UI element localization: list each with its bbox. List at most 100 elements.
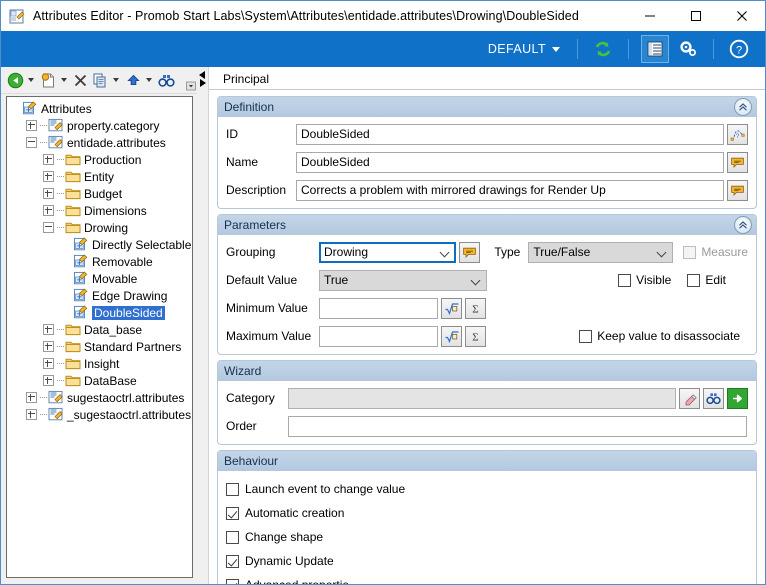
tree-item-removable[interactable]: Removable — [9, 253, 192, 270]
expand-icon[interactable] — [43, 375, 54, 386]
collapse-left-icon[interactable] — [198, 71, 207, 79]
checkbox-box[interactable] — [226, 578, 239, 584]
edit-checkbox[interactable]: Edit — [687, 273, 726, 287]
list-view-icon[interactable] — [641, 35, 669, 63]
new-button[interactable] — [38, 69, 59, 91]
pane-splitter[interactable] — [197, 67, 208, 584]
refresh-icon[interactable] — [590, 36, 616, 62]
behaviour-checkbox-advanced-propertie[interactable]: Advanced propertie — [226, 573, 748, 584]
minimize-button[interactable] — [627, 1, 673, 31]
eraser-icon[interactable] — [679, 387, 700, 409]
tree-item-data-base[interactable]: Data_base — [9, 321, 192, 338]
category-input[interactable] — [288, 387, 676, 409]
tree-item-budget[interactable]: Budget — [9, 185, 192, 202]
description-input[interactable] — [296, 179, 724, 201]
tree-item-entidade-attributes[interactable]: entidade.attributes — [9, 134, 192, 151]
expand-icon[interactable] — [26, 409, 37, 420]
tree-item-database[interactable]: DataBase — [9, 372, 192, 389]
chevron-down-icon-2[interactable] — [61, 78, 67, 82]
blue-up-arrow-icon[interactable] — [123, 69, 144, 91]
expand-icon[interactable] — [43, 205, 54, 216]
folder-icon — [65, 169, 81, 184]
chevron-down-icon[interactable] — [28, 78, 34, 82]
translate-balloon-icon-3[interactable] — [459, 241, 481, 263]
tree-item-edge-drawing[interactable]: Edge Drawing — [9, 287, 192, 304]
tree-item-production[interactable]: Production — [9, 151, 192, 168]
collapse-definition-button[interactable] — [734, 98, 752, 116]
expand-right-icon[interactable] — [198, 79, 207, 87]
toolbar-overflow-button[interactable] — [185, 69, 197, 91]
checkbox-box[interactable] — [226, 506, 239, 520]
tree-item-label: Edge Drawing — [92, 288, 168, 303]
maximize-button[interactable] — [673, 1, 719, 31]
green-arrow-right-icon[interactable] — [727, 387, 748, 409]
behaviour-checkbox-automatic-creation[interactable]: Automatic creation — [226, 501, 748, 525]
tree-item-entity[interactable]: Entity — [9, 168, 192, 185]
back-button[interactable] — [5, 69, 26, 91]
edit-box[interactable] — [687, 273, 701, 287]
attributes-tree[interactable]: Attributes property.category entidade.attr… — [6, 96, 193, 578]
expand-icon[interactable] — [43, 324, 54, 335]
default-value-combo[interactable]: True — [319, 269, 487, 291]
collapse-parameters-button[interactable] — [734, 216, 752, 234]
tree-item-sugestaoctrl-attributes[interactable]: _sugestaoctrl.attributes — [9, 406, 192, 423]
name-input[interactable] — [296, 151, 724, 173]
tree-item-property-category[interactable]: property.category — [9, 117, 192, 134]
expand-icon[interactable] — [43, 154, 54, 165]
tab-principal[interactable]: Principal — [217, 70, 275, 89]
expand-icon[interactable] — [43, 171, 54, 182]
type-combo[interactable]: True/False — [528, 241, 674, 263]
chevron-down-icon-4[interactable] — [146, 78, 152, 82]
close-button[interactable] — [719, 1, 765, 31]
copy-icon[interactable] — [90, 69, 111, 91]
profile-dropdown[interactable]: DEFAULT — [480, 42, 568, 56]
binoculars-icon[interactable] — [156, 69, 177, 91]
behaviour-checkbox-dynamic-update[interactable]: Dynamic Update — [226, 549, 748, 573]
translate-balloon-icon[interactable] — [727, 151, 748, 173]
collapse-icon[interactable] — [26, 137, 37, 148]
order-input[interactable] — [288, 415, 747, 437]
chevron-down-icon-3[interactable] — [113, 78, 119, 82]
checkbox-box[interactable] — [226, 530, 239, 544]
expand-icon[interactable] — [43, 341, 54, 352]
behaviour-checkbox-change-shape[interactable]: Change shape — [226, 525, 748, 549]
chevron-down-icon — [552, 46, 560, 52]
folder-icon — [65, 203, 81, 218]
tree-item-attributes[interactable]: Attributes — [9, 100, 192, 117]
translate-balloon-icon-2[interactable] — [727, 179, 748, 201]
tree-item-drowing[interactable]: Drowing — [9, 219, 192, 236]
binoculars-icon-2[interactable] — [703, 387, 724, 409]
keep-value-checkbox[interactable]: Keep value to disassociate — [579, 329, 740, 343]
tree-item-movable[interactable]: Movable — [9, 270, 192, 287]
square-root-icon[interactable] — [441, 297, 462, 319]
expand-icon[interactable] — [26, 392, 37, 403]
expand-icon[interactable] — [43, 188, 54, 199]
expand-icon[interactable] — [26, 120, 37, 131]
tree-item-directly-selectable[interactable]: Directly Selectable — [9, 236, 192, 253]
tree-item-standard-partners[interactable]: Standard Partners — [9, 338, 192, 355]
checkbox-box[interactable] — [226, 554, 239, 568]
tree-item-doublesided[interactable]: DoubleSided — [9, 304, 192, 321]
tree-item-dimensions[interactable]: Dimensions — [9, 202, 192, 219]
tree-item-sugestaoctrl-attributes[interactable]: sugestaoctrl.attributes — [9, 389, 192, 406]
sigma-sum-icon[interactable]: Σ — [465, 297, 486, 319]
visible-checkbox[interactable]: Visible — [618, 273, 671, 287]
delete-x-icon[interactable] — [71, 69, 90, 91]
square-root-icon-2[interactable] — [441, 325, 462, 347]
keep-value-box[interactable] — [579, 329, 593, 343]
expand-icon[interactable] — [43, 358, 54, 369]
behaviour-checkbox-launch-event-to-change-value[interactable]: Launch event to change value — [226, 477, 748, 501]
tree-item-insight[interactable]: Insight — [9, 355, 192, 372]
visible-box[interactable] — [618, 273, 632, 287]
sigma-sum-icon-2[interactable]: Σ — [465, 325, 486, 347]
minimum-value-input[interactable] — [319, 297, 438, 319]
grouping-combo[interactable]: Drowing — [319, 241, 457, 263]
checkbox-box[interactable] — [226, 482, 239, 496]
script-path-icon[interactable]: ? — [727, 123, 748, 145]
main-body: Attributes property.category entidade.attr… — [1, 67, 765, 584]
id-input[interactable] — [296, 123, 724, 145]
collapse-icon[interactable] — [43, 222, 54, 233]
settings-gears-icon[interactable] — [675, 36, 701, 62]
maximum-value-input[interactable] — [319, 325, 438, 347]
help-icon[interactable]: ? — [726, 36, 752, 62]
